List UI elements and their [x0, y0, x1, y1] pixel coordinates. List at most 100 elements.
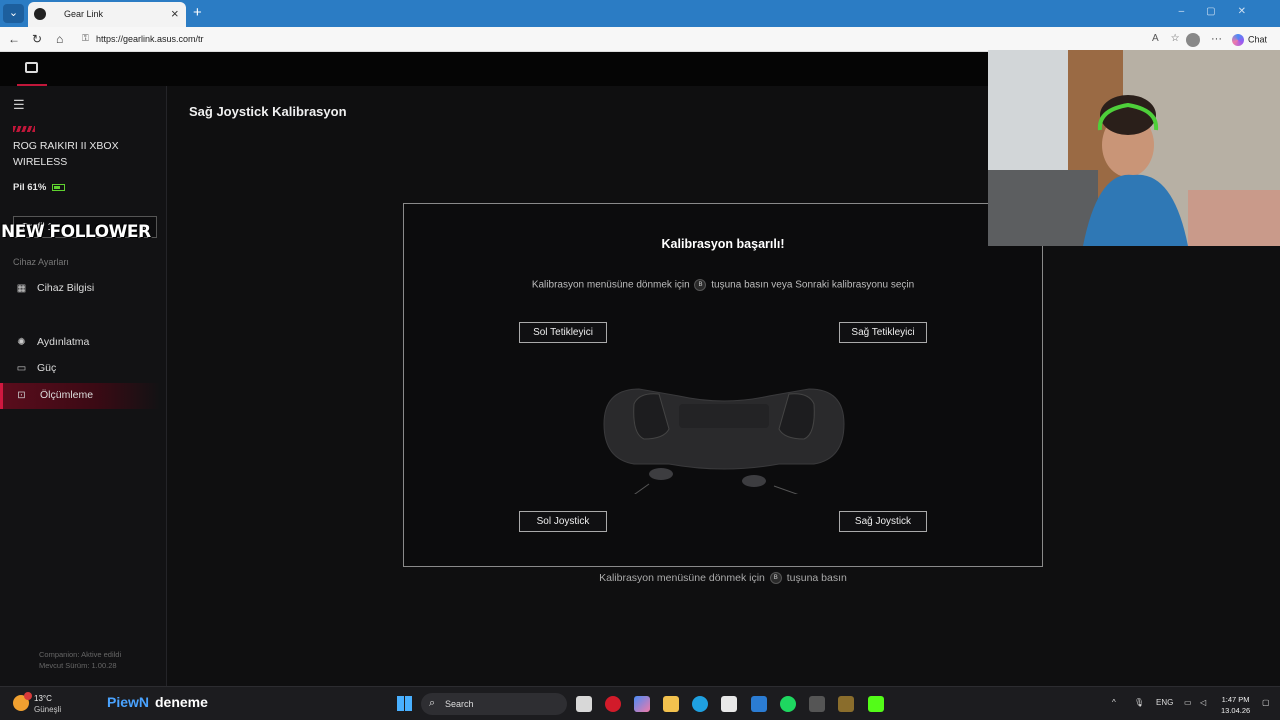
tab-title: Gear Link [64, 9, 104, 19]
page-title: Sağ Joystick Kalibrasyon [189, 104, 347, 119]
controller-top-panel [679, 404, 769, 428]
more-menu-icon[interactable]: ··· [1211, 33, 1222, 45]
left-stick-pointer [634, 483, 650, 494]
b-button-icon: B [769, 572, 782, 585]
home-icon[interactable]: ⌂ [56, 32, 63, 46]
tab-actions-icon[interactable]: ⌄ [3, 4, 24, 23]
instruction-text-end: tuşuna basın veya Sonraki kalibrasyonu s… [711, 279, 915, 291]
close-tab-icon[interactable]: × [171, 6, 179, 21]
calibration-success-title: Kalibrasyon başarılı! [661, 237, 785, 251]
webcam-overlay [988, 50, 1280, 246]
opera-icon[interactable] [605, 696, 621, 712]
rog-logo-icon [13, 126, 35, 132]
battery-icon [52, 183, 66, 191]
instruction-text-start: Kalibrasyon menüsüne dönmek için [531, 279, 690, 291]
profile-avatar[interactable] [1186, 33, 1200, 47]
hamburger-menu-icon[interactable]: ☰ [13, 97, 25, 113]
search-label: Search [445, 699, 474, 709]
battery-icon: ▭ [16, 363, 27, 374]
section-title: Cihaz Ayarları [13, 257, 69, 267]
weather-description: Güneşli [34, 705, 62, 714]
sidebar: ☰ ROG RAIKIRI II XBOX WIRELESS Pil 61% P… [0, 86, 167, 686]
chat-label: Chat [1248, 34, 1268, 45]
weather-alert-badge [24, 692, 32, 700]
sidebar-item-calibration[interactable]: ⊡ Ölçümleme [0, 383, 160, 409]
game-launcher-icon[interactable] [838, 696, 854, 712]
sidebar-item-label: Güç [37, 362, 57, 374]
window-controls[interactable]: –▢✕ [1179, 6, 1268, 17]
back-icon[interactable]: ← [8, 32, 20, 46]
battery-text: Pil 61% [13, 182, 47, 193]
url-text: https://gearlink.asus.com/tr [96, 34, 204, 44]
left-joystick-button[interactable]: Sol Joystick [519, 511, 607, 532]
sidebar-item-device-info[interactable]: ▦ Cihaz Bilgisi [0, 276, 160, 302]
search-icon: ⌕ [429, 697, 436, 709]
right-joystick-button[interactable]: Sağ Joystick [839, 511, 927, 532]
calibration-icon: ⊡ [17, 390, 26, 401]
notifications-icon[interactable]: ▢ [1262, 698, 1270, 707]
copilot-icon [1232, 34, 1244, 46]
return-text-end: tuşuna basın [786, 572, 847, 584]
stream-new-follower-overlay: NEW FOLLOWER [1, 222, 151, 242]
right-stick-shape [742, 475, 766, 487]
device-name: ROG RAIKIRI II XBOX WIRELESS [13, 140, 119, 168]
mail-icon[interactable] [751, 696, 767, 712]
file-explorer-icon[interactable] [663, 696, 679, 712]
browser-tab[interactable]: Gear Link × [28, 2, 186, 27]
calibration-panel: Kalibrasyon başarılı! Kalibrasyon menüsü… [403, 203, 1043, 567]
site-info-icon[interactable]: ⚿ [82, 33, 89, 44]
webcam-image [988, 50, 1280, 246]
weather-temperature: 13°C [34, 694, 52, 703]
sidebar-item-label: Aydınlatma [37, 336, 90, 348]
battery-status: Pil 61% [13, 182, 66, 193]
clock-time: 1:47 PM [1221, 695, 1250, 704]
refresh-icon[interactable]: ↻ [32, 32, 42, 46]
stream-brand-label-2: deneme [155, 694, 208, 710]
copilot-app-icon[interactable] [634, 696, 650, 712]
new-tab-icon[interactable]: + [193, 4, 202, 21]
windows-start-icon[interactable] [397, 696, 412, 711]
stream-brand-label: PiewN [107, 694, 150, 710]
app-icon[interactable] [809, 696, 825, 712]
system-clock[interactable]: 1:47 PM 13.04.26 [1221, 694, 1250, 716]
return-instructions: Kalibrasyon menüsüne dönmek için B tuşun… [403, 572, 1043, 585]
right-stick-pointer [773, 485, 799, 494]
companion-status: Companion: Aktive edildi [39, 650, 122, 659]
grid-icon: ▦ [16, 283, 27, 294]
clock-date: 13.04.26 [1221, 706, 1251, 715]
edge-icon[interactable] [692, 696, 708, 712]
taskbar-search[interactable]: ⌕ Search [421, 693, 567, 715]
current-version: Mevcut Sürüm: 1.00.28 [39, 661, 117, 670]
store-icon[interactable] [721, 696, 737, 712]
light-icon: ✺ [17, 337, 26, 348]
left-trigger-button[interactable]: Sol Tetikleyici [519, 322, 607, 343]
microphone-icon[interactable]: 🎙 [1134, 698, 1144, 707]
sidebar-item-power[interactable]: ▭ Güç [0, 356, 160, 382]
toolbar-icons[interactable]: A☆✩ [1152, 33, 1212, 44]
left-stick-shape [649, 468, 673, 480]
calibration-instructions: Kalibrasyon menüsüne dönmek için B tuşun… [404, 279, 1042, 291]
sidebar-item-label: Cihaz Bilgisi [37, 282, 95, 294]
tray-overflow-icon[interactable]: ^ [1112, 698, 1116, 707]
spotify-icon[interactable] [780, 696, 796, 712]
address-bar: ← ↻ ⌂ ⚿ https://gearlink.asus.com/tr A☆✩ [0, 27, 1280, 52]
controller-illustration [603, 388, 845, 494]
volume-icon[interactable]: ◁ [1200, 698, 1206, 707]
right-trigger-button[interactable]: Sağ Tetikleyici [839, 322, 927, 343]
kick-icon[interactable] [868, 696, 884, 712]
sidebar-item-lighting[interactable]: ✺ Aydınlatma [0, 330, 160, 356]
gearlink-favicon-icon [34, 8, 46, 20]
device-tab[interactable] [17, 52, 47, 86]
chat-button[interactable]: Chat [1232, 34, 1267, 46]
controller-device-icon [25, 62, 38, 73]
windows-taskbar: 13°C Güneşli PiewN deneme ⌕ Search ^ 🎙 E… [0, 686, 1280, 720]
task-view-icon[interactable] [576, 696, 592, 712]
sidebar-item-label: Ölçümleme [40, 389, 94, 401]
browser-tab-bar: ⌄ Gear Link × + –▢✕ [0, 0, 1280, 27]
language-indicator[interactable]: ENG [1156, 698, 1173, 707]
b-button-icon: B [694, 279, 707, 291]
version-info: Companion: Aktive edildi Mevcut Sürüm: 1… [39, 649, 121, 671]
return-text-start: Kalibrasyon menüsüne dönmek için [599, 572, 765, 584]
network-icon[interactable]: ▭ [1184, 698, 1192, 707]
url-field[interactable]: ⚿ https://gearlink.asus.com/tr [76, 30, 1116, 49]
